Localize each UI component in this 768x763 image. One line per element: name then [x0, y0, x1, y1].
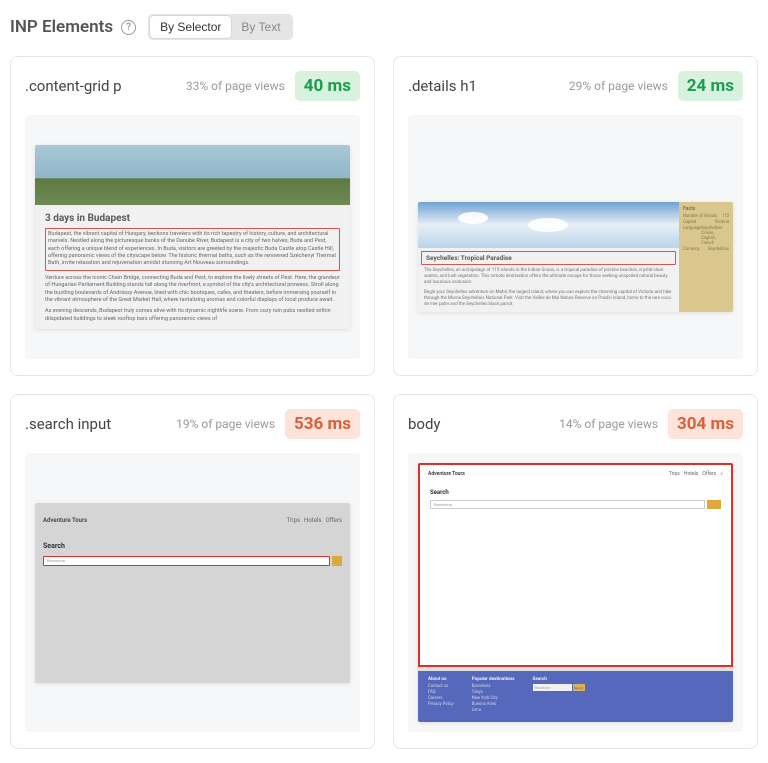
preview-text: The Seychelles, an archipelago of 115 is… [418, 268, 679, 290]
element-preview: 3 days in Budapest Budapest, the vibrant… [25, 115, 360, 359]
page-views-pct: 19% of page views [176, 417, 275, 431]
page-title: INP Elements [10, 17, 113, 37]
inp-metric: 24 ms [678, 71, 743, 101]
preview-brand: Adventure Tours [43, 517, 87, 524]
preview-search-button [332, 556, 342, 566]
page-views-pct: 33% of page views [186, 79, 285, 93]
tab-by-text[interactable]: By Text [231, 16, 290, 38]
highlighted-element: Seychelles: Tropical Paradise [421, 251, 676, 265]
element-preview: Adventure Tours Trips Hotels Offers ⌕ Se… [408, 453, 743, 732]
page-views-pct: 29% of page views [569, 79, 668, 93]
preview-search-button [707, 500, 721, 509]
search-icon: ⌕ [720, 471, 723, 477]
inp-card[interactable]: .content-grid p 33% of page views 40 ms … [10, 56, 375, 376]
preview-text: Venture across the iconic Chain Bridge, … [45, 275, 340, 305]
highlighted-element: Adventure Tours Trips Hotels Offers ⌕ Se… [418, 463, 733, 667]
inp-card[interactable]: body 14% of page views 304 ms Adventure … [393, 394, 758, 749]
element-preview: Seychelles: Tropical Paradise The Seyche… [408, 115, 743, 359]
inp-metric: 304 ms [668, 409, 743, 439]
facts-sidebar: Facts Number of Islands115 CapitalVictor… [679, 202, 733, 311]
inp-card[interactable]: .search input 19% of page views 536 ms A… [10, 394, 375, 749]
inp-card[interactable]: .details h1 29% of page views 24 ms Seyc… [393, 56, 758, 376]
preview-brand: Adventure Tours [428, 471, 465, 477]
preview-text: As evening descends, Budapest truly come… [45, 308, 340, 323]
tab-by-selector[interactable]: By Selector [150, 16, 231, 38]
element-preview: Adventure Tours Trips Hotels Offers Sear… [25, 453, 360, 732]
selector-name: .content-grid p [25, 77, 122, 95]
preview-text: Begin your Seychelles adventure on Mahé,… [418, 290, 679, 312]
highlighted-element: Budapest, the vibrant capital of Hungary… [45, 228, 340, 271]
inp-metric: 536 ms [285, 409, 360, 439]
selector-name: .search input [25, 415, 111, 433]
preview-search-label: Search [43, 542, 342, 550]
highlighted-element: Barcelona [43, 556, 330, 566]
selector-name: .details h1 [408, 77, 477, 95]
selector-name: body [408, 415, 441, 433]
view-toggle: By Selector By Text [148, 14, 293, 40]
preview-heading: 3 days in Budapest [45, 213, 340, 224]
page-views-pct: 14% of page views [559, 417, 658, 431]
help-icon[interactable]: ? [121, 20, 136, 35]
inp-metric: 40 ms [295, 71, 360, 101]
preview-footer: About us Contact us FAQ Careers Privacy … [418, 671, 733, 722]
